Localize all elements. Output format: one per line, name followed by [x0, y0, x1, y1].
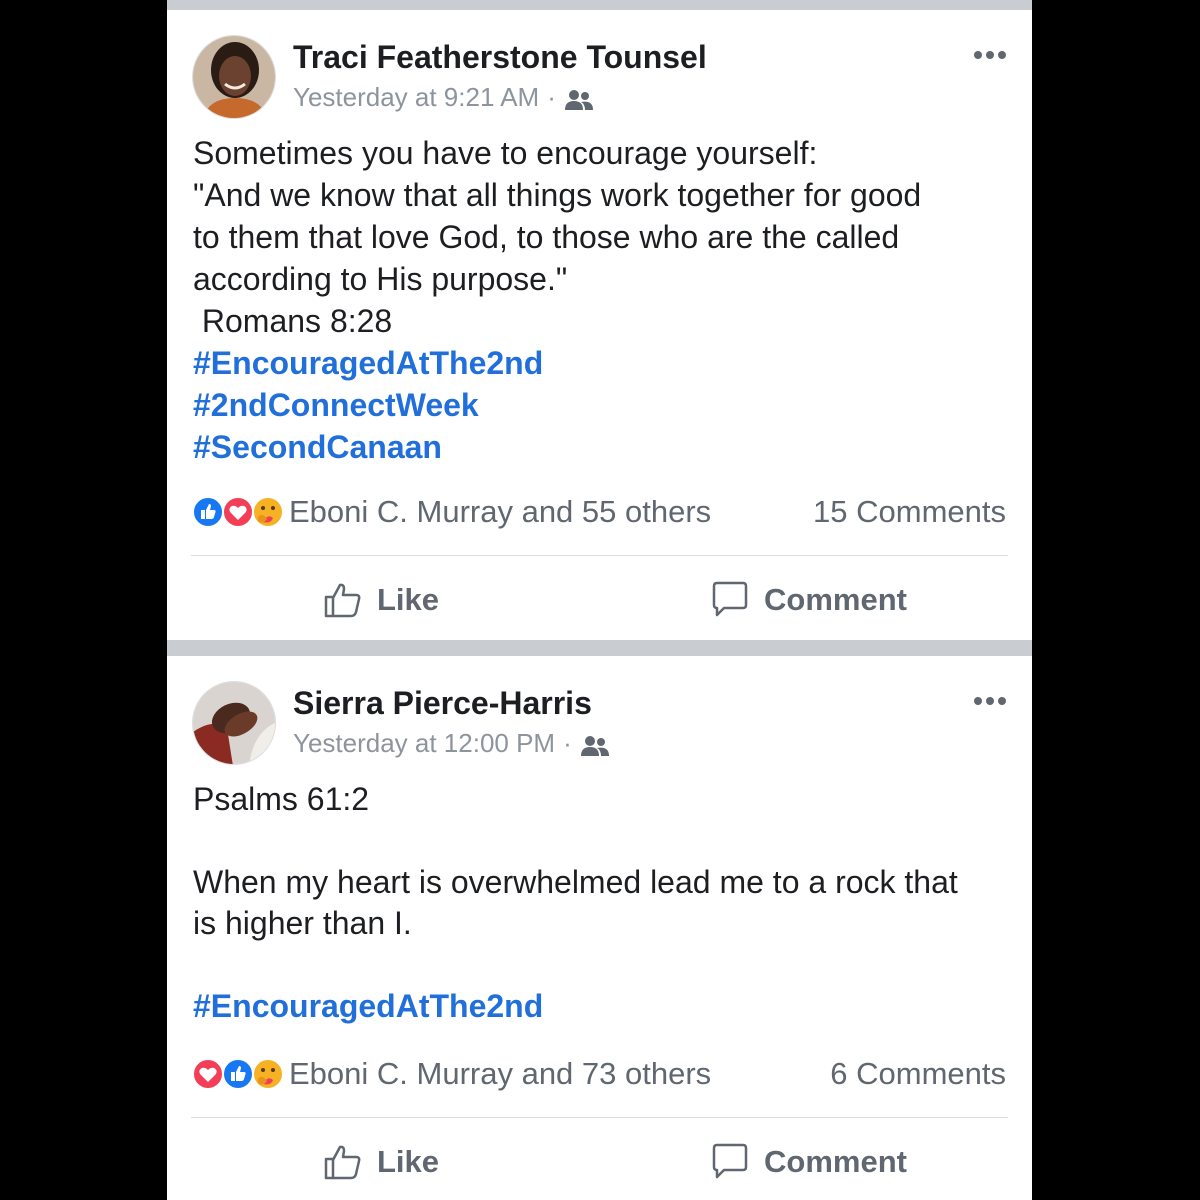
thumbs-up-icon [324, 1145, 361, 1180]
comment-count[interactable]: 6 Comments [830, 1056, 1006, 1092]
like-label: Like [377, 1144, 440, 1179]
more-options-icon[interactable] [972, 48, 1008, 62]
care-reaction-icon [252, 1058, 284, 1090]
more-options-icon[interactable] [972, 694, 1008, 708]
post-meta: Yesterday at 12:00 PM · [293, 728, 610, 759]
post-timestamp[interactable]: Yesterday at 9:21 AM [293, 82, 539, 113]
divider [191, 555, 1008, 556]
reaction-summary-text[interactable]: Eboni C. Murray and 55 others [289, 494, 813, 530]
post-timestamp[interactable]: Yesterday at 12:00 PM [293, 728, 555, 759]
post-meta: Yesterday at 9:21 AM · [293, 82, 594, 113]
feed-post: Sierra Pierce-Harris Yesterday at 12:00 … [167, 656, 1032, 1200]
care-reaction-icon [252, 496, 284, 528]
comment-count[interactable]: 15 Comments [813, 494, 1006, 530]
reaction-icons [191, 495, 284, 529]
thumbs-up-icon [324, 583, 361, 618]
comment-bubble-icon [712, 581, 748, 617]
hashtag-link[interactable]: #SecondCanaan [193, 426, 442, 468]
feed[interactable]: Traci Featherstone Tounsel Yesterday at … [167, 0, 1032, 1200]
hashtag-link[interactable]: #EncouragedAtThe2nd [193, 342, 543, 384]
post-text-line: to them that love God, to those who are … [193, 219, 900, 255]
comment-button[interactable]: Comment [710, 580, 907, 620]
post-text-line: Romans 8:28 [193, 303, 393, 339]
comment-label: Comment [764, 1144, 907, 1179]
feed-post: Traci Featherstone Tounsel Yesterday at … [167, 10, 1032, 640]
meta-separator: · [547, 82, 556, 112]
post-text-line: Psalms 61:2 [193, 781, 370, 817]
post-text-line: "And we know that all things work togeth… [193, 177, 922, 213]
friends-icon [564, 87, 594, 110]
reaction-icons [191, 1057, 284, 1091]
post-text-line: Sometimes you have to encourage yourself… [193, 135, 818, 171]
avatar[interactable] [192, 35, 276, 119]
divider [191, 1117, 1008, 1118]
like-reaction-icon [222, 1058, 254, 1090]
hashtag-link[interactable]: #EncouragedAtThe2nd [193, 985, 543, 1027]
comment-bubble-icon [712, 1143, 748, 1179]
post-text-line: is higher than I. [193, 905, 412, 941]
love-reaction-icon [222, 496, 254, 528]
love-reaction-icon [192, 1058, 224, 1090]
meta-separator: · [563, 728, 572, 758]
avatar[interactable] [192, 681, 276, 765]
post-author[interactable]: Sierra Pierce-Harris [293, 685, 592, 722]
like-label: Like [377, 582, 440, 617]
like-reaction-icon [192, 496, 224, 528]
post-text-line: according to His purpose." [193, 261, 568, 297]
friends-icon [580, 733, 610, 756]
post-text-line: When my heart is overwhelmed lead me to … [193, 864, 958, 900]
comment-label: Comment [764, 582, 907, 617]
reaction-summary-text[interactable]: Eboni C. Murray and 73 others [289, 1056, 830, 1092]
post-author[interactable]: Traci Featherstone Tounsel [293, 39, 707, 76]
hashtag-link[interactable]: #2ndConnectWeek [193, 384, 479, 426]
reactions-summary[interactable]: Eboni C. Murray and 73 others 6 Comments [191, 1054, 1006, 1094]
like-button[interactable]: Like [323, 1142, 439, 1182]
like-button[interactable]: Like [323, 580, 439, 620]
comment-button[interactable]: Comment [710, 1142, 907, 1182]
reactions-summary[interactable]: Eboni C. Murray and 55 others 15 Comment… [191, 492, 1006, 532]
